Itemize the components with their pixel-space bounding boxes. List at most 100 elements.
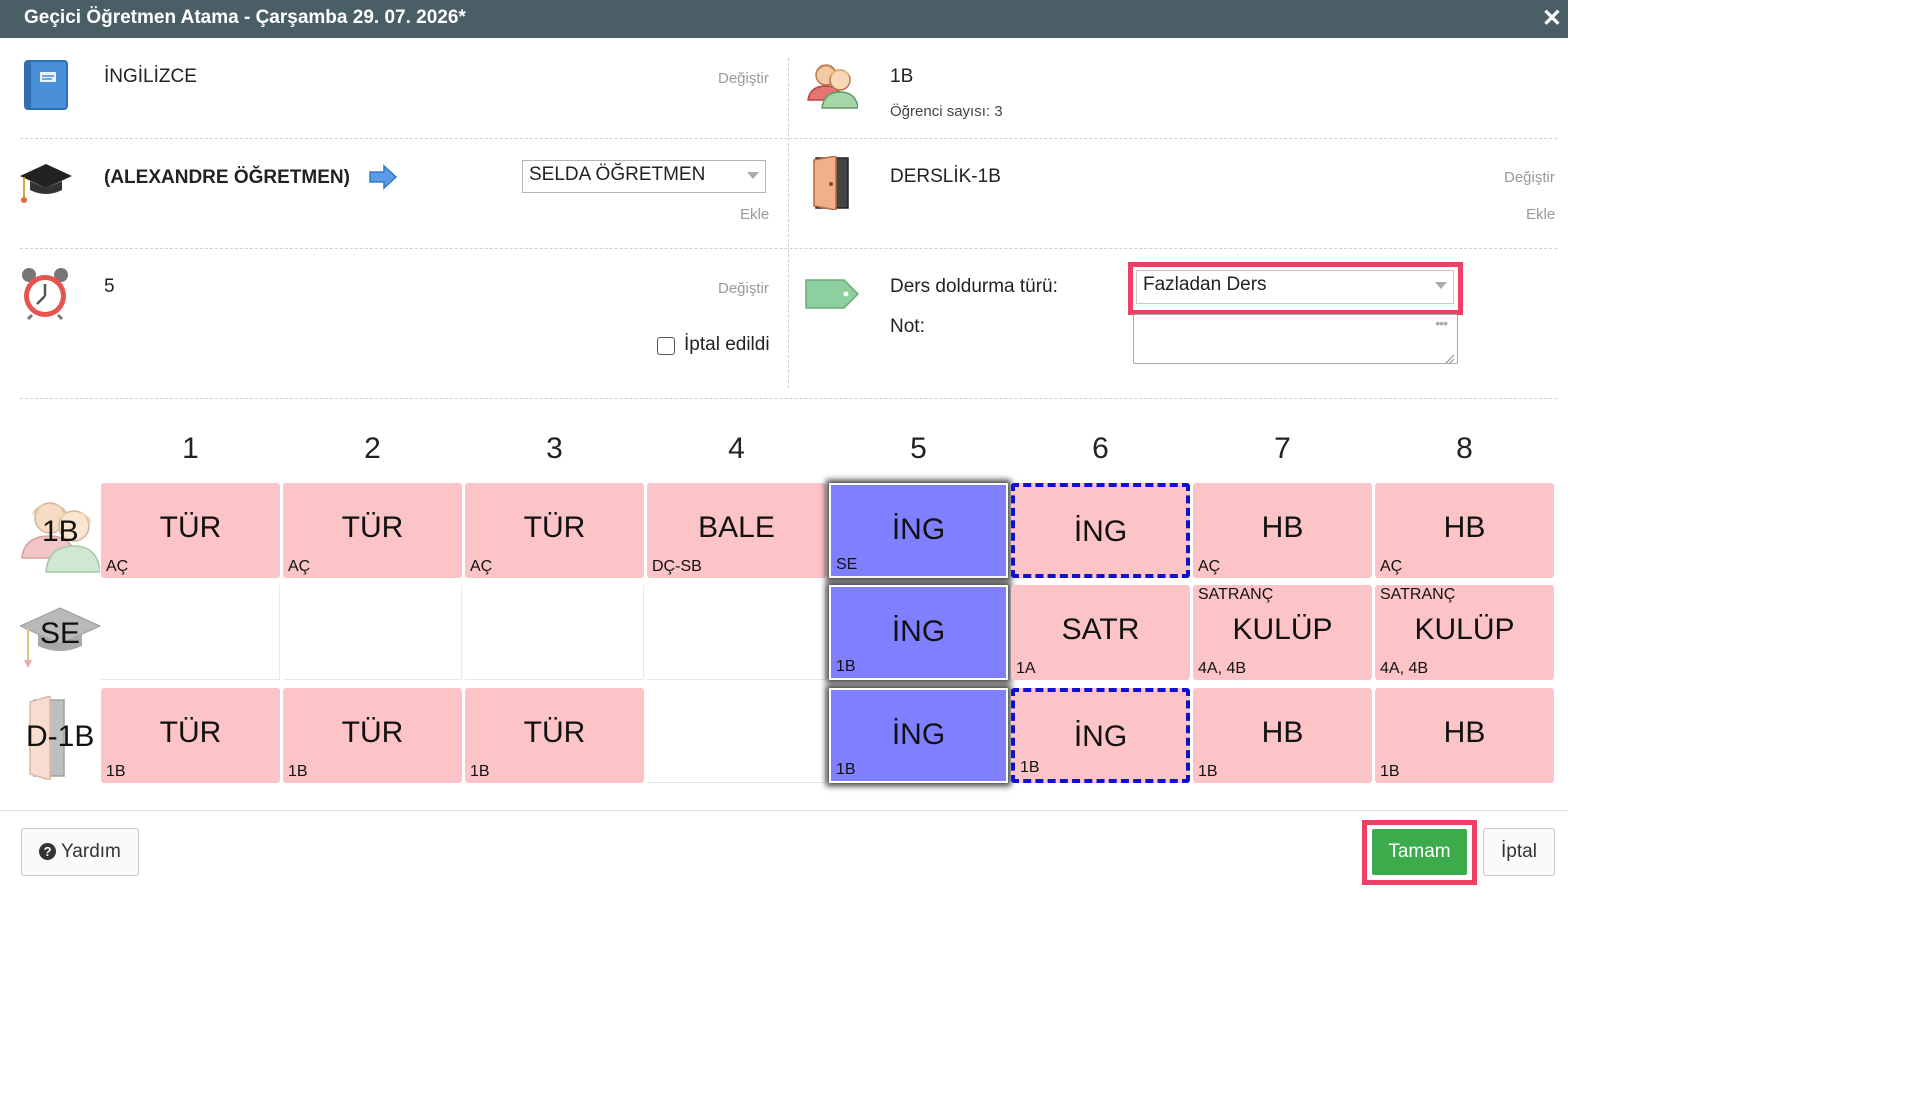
timetable-cell[interactable]: TÜR AÇ — [283, 483, 462, 578]
cancel-button[interactable]: İptal — [1483, 828, 1555, 876]
row-label-class: 1B — [42, 515, 79, 548]
separator — [20, 398, 1557, 399]
cancelled-checkbox[interactable] — [657, 337, 675, 355]
separator — [20, 248, 1557, 249]
cell-lesson: TÜR — [159, 716, 222, 749]
cell-lesson: KULÜP — [1232, 613, 1333, 646]
period-header: 8 — [1456, 432, 1473, 465]
timetable-cell[interactable] — [647, 688, 826, 783]
cell-lesson: İNG — [891, 718, 946, 751]
period-header: 1 — [182, 432, 199, 465]
cell-detail: AÇ — [470, 558, 493, 575]
cell-detail: AÇ — [106, 558, 129, 575]
note-label: Not: — [890, 316, 925, 337]
note-textarea[interactable]: ••• — [1133, 314, 1458, 364]
timetable-cell[interactable]: İNG SE — [829, 483, 1008, 578]
vertical-separator — [788, 58, 789, 388]
timetable-cell[interactable]: İNG 1B — [829, 688, 1008, 783]
more-icon: ••• — [1435, 315, 1448, 331]
cell-detail: AÇ — [1198, 558, 1221, 575]
cell-lesson: HB — [1261, 511, 1304, 544]
timetable-cell[interactable]: TÜR 1B — [465, 688, 644, 783]
cell-detail: 1B — [1380, 763, 1400, 780]
cell-detail: 1B — [470, 763, 490, 780]
tag-icon — [804, 276, 860, 312]
classroom-name: DERSLİK-1B — [890, 166, 1001, 187]
timetable-cell[interactable] — [283, 585, 462, 680]
period-header: 4 — [728, 432, 745, 465]
student-count: Öğrenci sayısı: 3 — [890, 103, 1003, 120]
class-name: 1B — [890, 66, 914, 87]
timetable-cell[interactable] — [647, 585, 826, 680]
period-value: 5 — [104, 276, 115, 297]
alarm-clock-icon — [18, 266, 72, 321]
period-header: 5 — [910, 432, 927, 465]
footer-separator — [0, 810, 1568, 811]
question-circle-icon: ? — [39, 843, 57, 860]
cell-lesson: TÜR — [159, 511, 222, 544]
timetable-cell[interactable]: TÜR 1B — [283, 688, 462, 783]
fill-type-select[interactable]: Fazladan Ders — [1136, 270, 1454, 304]
students-icon — [806, 58, 859, 110]
cell-lesson: TÜR — [523, 511, 586, 544]
cell-detail: SE — [836, 556, 858, 573]
cell-detail: 4A, 4B — [1380, 660, 1429, 677]
cell-detail: 1B — [1198, 763, 1218, 780]
timetable-cell[interactable]: TÜR AÇ — [465, 483, 644, 578]
chevron-down-icon — [1435, 282, 1447, 289]
timetable-cell[interactable]: TÜR 1B — [101, 688, 280, 783]
timetable-cell[interactable]: SATR 1A — [1011, 585, 1190, 680]
timetable-cell[interactable]: SATRANÇ KULÜP 4A, 4B — [1375, 585, 1554, 680]
cell-top-label: SATRANÇ — [1380, 586, 1456, 603]
book-icon — [24, 60, 68, 110]
timetable-cell[interactable]: SATRANÇ KULÜP 4A, 4B — [1193, 585, 1372, 680]
help-button[interactable]: ? Yardım — [21, 828, 139, 876]
arrow-right-icon — [368, 164, 398, 190]
timetable-cell[interactable]: TÜR AÇ — [101, 483, 280, 578]
cell-detail: 1B — [106, 763, 126, 780]
timetable-cell[interactable]: İNG 1B — [1011, 688, 1190, 783]
cell-lesson: HB — [1443, 716, 1486, 749]
fill-type-value: Fazladan Ders — [1143, 274, 1267, 295]
door-icon — [812, 155, 852, 211]
close-icon[interactable]: ✕ — [1542, 4, 1562, 33]
cell-lesson: BALE — [698, 511, 775, 544]
timetable-cell[interactable]: İNG 1B — [829, 585, 1008, 680]
cell-lesson: İNG — [1073, 515, 1128, 548]
cell-top-label: SATRANÇ — [1198, 586, 1274, 603]
timetable-cell[interactable] — [465, 585, 644, 680]
row-label-teacher: SE — [40, 617, 81, 650]
timetable-cell[interactable]: İNG — [1011, 483, 1190, 578]
ok-button[interactable]: Tamam — [1372, 829, 1467, 875]
graduation-cap-icon — [18, 160, 74, 206]
row-label-room: D-1B — [26, 720, 95, 753]
cell-lesson: SATR — [1061, 613, 1140, 646]
period-header: 3 — [546, 432, 563, 465]
add-teacher-link[interactable]: Ekle — [740, 206, 769, 223]
timetable-cell[interactable]: HB AÇ — [1375, 483, 1554, 578]
cell-lesson: İNG — [891, 513, 946, 546]
subject-name: İNGİLİZCE — [104, 66, 197, 87]
add-classroom-link[interactable]: Ekle — [1526, 206, 1555, 223]
change-classroom-link[interactable]: Değiştir — [1504, 169, 1555, 186]
timetable-cell[interactable]: HB 1B — [1193, 688, 1372, 783]
cell-detail: 1B — [836, 761, 856, 778]
cell-lesson: İNG — [1073, 720, 1128, 753]
timetable-cell[interactable]: HB 1B — [1375, 688, 1554, 783]
period-header: 7 — [1274, 432, 1291, 465]
cell-lesson: HB — [1443, 511, 1486, 544]
cell-lesson: TÜR — [341, 511, 404, 544]
cell-lesson: TÜR — [523, 716, 586, 749]
cell-detail: AÇ — [288, 558, 311, 575]
replacement-teacher-select[interactable]: SELDA ÖĞRETMEN — [522, 160, 766, 193]
change-period-link[interactable]: Değiştir — [718, 280, 769, 297]
fill-type-label: Ders doldurma türü: — [890, 276, 1058, 297]
timetable-cell[interactable] — [101, 585, 280, 680]
timetable-cell[interactable]: BALE DÇ-SB — [647, 483, 826, 578]
original-teacher: (ALEXANDRE ÖĞRETMEN) — [104, 167, 350, 188]
cell-detail: AÇ — [1380, 558, 1403, 575]
cell-lesson: KULÜP — [1414, 613, 1515, 646]
resize-handle-icon[interactable] — [1445, 351, 1455, 364]
change-subject-link[interactable]: Değiştir — [718, 70, 769, 87]
timetable-cell[interactable]: HB AÇ — [1193, 483, 1372, 578]
